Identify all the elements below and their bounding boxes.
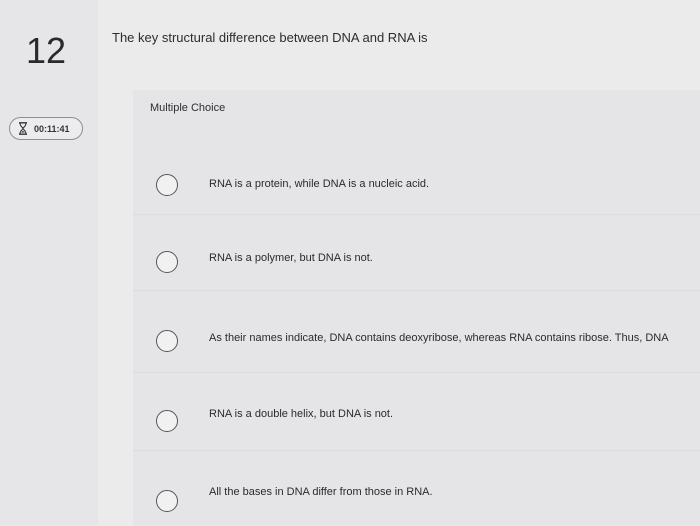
question-panel: The key structural difference between DN… <box>98 0 700 525</box>
question-prompt: The key structural difference between DN… <box>112 30 428 45</box>
question-number: 12 <box>26 30 67 71</box>
radio-button[interactable] <box>156 410 178 432</box>
answer-option-text: RNA is a double helix, but DNA is not. <box>209 408 394 420</box>
option-divider <box>133 450 700 451</box>
answer-option-text: RNA is a polymer, but DNA is not. <box>209 252 373 264</box>
answer-option-text: All the bases in DNA differ from those i… <box>209 486 433 498</box>
radio-button[interactable] <box>156 174 178 196</box>
answer-option[interactable]: RNA is a protein, while DNA is a nucleic… <box>133 152 700 212</box>
option-divider <box>133 214 700 215</box>
answer-option-text: As their names indicate, DNA contains de… <box>209 332 669 344</box>
question-type-label: Multiple Choice <box>150 102 226 114</box>
hourglass-icon <box>19 122 27 135</box>
option-divider <box>133 372 700 373</box>
answer-option[interactable]: RNA is a double helix, but DNA is not. <box>133 388 700 448</box>
answer-option-text: RNA is a protein, while DNA is a nucleic… <box>209 178 430 190</box>
answer-option[interactable]: As their names indicate, DNA contains de… <box>133 310 700 370</box>
timer-badge[interactable]: 00:11:41 <box>9 117 83 140</box>
radio-button[interactable] <box>156 490 178 512</box>
answer-option[interactable]: RNA is a polymer, but DNA is not. <box>133 230 700 290</box>
radio-button[interactable] <box>156 251 178 273</box>
timer-text: 00:11:41 <box>34 123 70 134</box>
option-divider <box>133 290 700 291</box>
answer-option[interactable]: All the bases in DNA differ from those i… <box>133 466 700 526</box>
question-rail: 12 00:11:41 <box>0 0 98 525</box>
radio-button[interactable] <box>156 330 178 352</box>
answer-area: Multiple Choice RNA is a protein, while … <box>133 90 700 525</box>
